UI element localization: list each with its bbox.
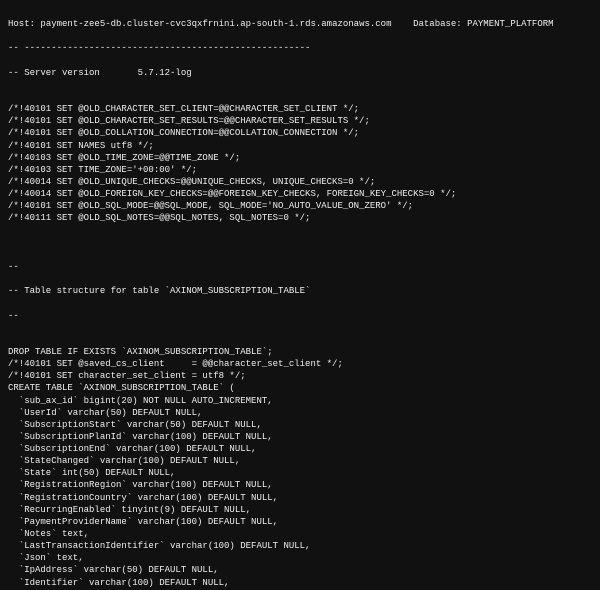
sql-line: `IpAddress` varchar(50) DEFAULT NULL, <box>8 564 592 576</box>
section-title: -- Table structure for table `AXINOM_SUB… <box>8 285 592 297</box>
sql-dump-viewport: Host: payment-zee5-db.cluster-cvc3qxfrni… <box>0 0 600 590</box>
header-line: Host: payment-zee5-db.cluster-cvc3qxfrni… <box>8 18 592 30</box>
prelude-line: /*!40101 SET @OLD_SQL_MODE=@@SQL_MODE, S… <box>8 200 592 212</box>
sql-line: CREATE TABLE `AXINOM_SUBSCRIPTION_TABLE`… <box>8 382 592 394</box>
database-label: Database: <box>413 19 462 29</box>
sql-line: /*!40101 SET @saved_cs_client = @@charac… <box>8 358 592 370</box>
sql-body-block: DROP TABLE IF EXISTS `AXINOM_SUBSCRIPTIO… <box>8 334 592 590</box>
sql-line: DROP TABLE IF EXISTS `AXINOM_SUBSCRIPTIO… <box>8 346 592 358</box>
sql-line: `sub_ax_id` bigint(20) NOT NULL AUTO_INC… <box>8 395 592 407</box>
section-sep: -- <box>8 261 592 273</box>
sql-line: `Json` text, <box>8 552 592 564</box>
prelude-line: /*!40111 SET @OLD_SQL_NOTES=@@SQL_NOTES,… <box>8 212 592 224</box>
sql-line: `RegistrationRegion` varchar(100) DEFAUL… <box>8 479 592 491</box>
prelude-line <box>8 91 592 103</box>
prelude-line: /*!40101 SET @OLD_CHARACTER_SET_RESULTS=… <box>8 115 592 127</box>
sql-line: `State` int(50) DEFAULT NULL, <box>8 467 592 479</box>
sql-line <box>8 334 592 346</box>
database-value: PAYMENT_PLATFORM <box>467 19 553 29</box>
prelude-line: /*!40103 SET @OLD_TIME_ZONE=@@TIME_ZONE … <box>8 152 592 164</box>
prelude-line: /*!40101 SET @OLD_COLLATION_CONNECTION=@… <box>8 127 592 139</box>
prelude-line: /*!40103 SET TIME_ZONE='+00:00' */; <box>8 164 592 176</box>
section-sep: -- <box>8 310 592 322</box>
host-value: payment-zee5-db.cluster-cvc3qxfrnini.ap-… <box>40 19 391 29</box>
prelude-block: /*!40101 SET @OLD_CHARACTER_SET_CLIENT=@… <box>8 91 592 225</box>
host-label: Host: <box>8 19 35 29</box>
sql-line: `Notes` text, <box>8 528 592 540</box>
sql-line: `RecurringEnabled` tinyint(9) DEFAULT NU… <box>8 504 592 516</box>
sql-line: `SubscriptionEnd` varchar(100) DEFAULT N… <box>8 443 592 455</box>
sql-line: `SubscriptionStart` varchar(50) DEFAULT … <box>8 419 592 431</box>
sql-line: `RegistrationCountry` varchar(100) DEFAU… <box>8 492 592 504</box>
prelude-line: /*!40101 SET NAMES utf8 */; <box>8 140 592 152</box>
blank-line <box>8 237 592 249</box>
sql-line: `StateChanged` varchar(100) DEFAULT NULL… <box>8 455 592 467</box>
server-version-line: -- Server version 5.7.12-log <box>8 67 592 79</box>
prelude-line: /*!40014 SET @OLD_UNIQUE_CHECKS=@@UNIQUE… <box>8 176 592 188</box>
divider-line: -- -------------------------------------… <box>8 42 592 54</box>
sql-line: `Identifier` varchar(100) DEFAULT NULL, <box>8 577 592 589</box>
prelude-line: /*!40014 SET @OLD_FOREIGN_KEY_CHECKS=@@F… <box>8 188 592 200</box>
prelude-line: /*!40101 SET @OLD_CHARACTER_SET_CLIENT=@… <box>8 103 592 115</box>
sql-line: `UserId` varchar(50) DEFAULT NULL, <box>8 407 592 419</box>
sql-line: `SubscriptionPlanId` varchar(100) DEFAUL… <box>8 431 592 443</box>
sql-line: `LastTransactionIdentifier` varchar(100)… <box>8 540 592 552</box>
sql-line: `PaymentProviderName` varchar(100) DEFAU… <box>8 516 592 528</box>
sql-line: /*!40101 SET character_set_client = utf8… <box>8 370 592 382</box>
